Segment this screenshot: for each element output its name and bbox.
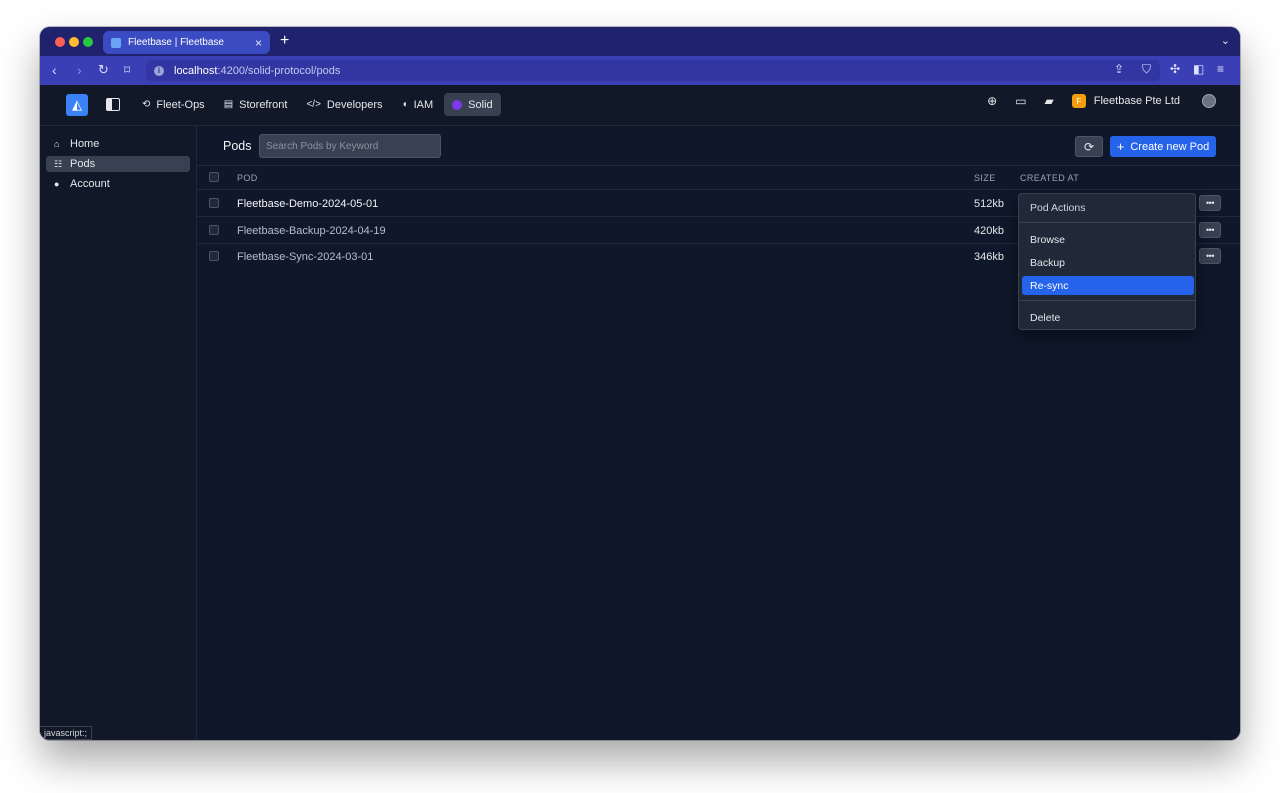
status-bar-link-hint: javascript:;	[40, 726, 93, 740]
reload-icon[interactable]: ↻	[98, 62, 109, 78]
url-host: localhost	[174, 64, 218, 77]
search-input[interactable]	[259, 134, 441, 158]
table-header: POD SIZE CREATED AT	[197, 166, 1240, 190]
forward-icon[interactable]: ›	[77, 62, 82, 78]
dropdown-divider	[1019, 222, 1195, 223]
column-header-pod[interactable]: POD	[237, 173, 258, 183]
url-path: :4200/solid-protocol/pods	[217, 64, 341, 77]
new-tab-icon[interactable]: +	[280, 32, 289, 50]
sidebar-item-pods[interactable]: ☷ Pods	[46, 156, 190, 172]
nav-label: Developers	[326, 98, 383, 111]
row-actions-button[interactable]: •••	[1199, 248, 1221, 264]
menu-item-backup[interactable]: Backup	[1022, 253, 1194, 272]
nav-fleet-ops[interactable]: ⟲ Fleet-Ops	[134, 93, 213, 116]
sidebar-item-label: Home	[70, 138, 100, 150]
folder-tree-icon: ☷	[54, 158, 63, 169]
menu-item-resync[interactable]: Re-sync	[1022, 276, 1194, 295]
nav-label: Solid	[468, 98, 493, 111]
dropdown-divider	[1019, 300, 1195, 301]
row-actions-button[interactable]: •••	[1199, 222, 1221, 238]
solid-icon	[452, 99, 463, 110]
tab-title: Fleetbase | Fleetbase	[128, 37, 224, 48]
extensions-icon[interactable]: ✣	[1170, 62, 1180, 76]
header-actions: ⊕ ▭ ▰ F Fleetbase Pte Ltd	[969, 94, 1216, 108]
ellipsis-icon: •••	[1206, 225, 1214, 235]
close-tab-icon[interactable]: ×	[255, 36, 262, 50]
plus-icon: +	[1116, 139, 1125, 154]
pod-name[interactable]: Fleetbase-Sync-2024-03-01	[237, 251, 373, 263]
site-info-icon[interactable]: i	[154, 65, 164, 76]
store-icon: ▤	[223, 99, 234, 110]
ellipsis-icon: •••	[1206, 251, 1214, 261]
user-avatar[interactable]	[1202, 94, 1216, 108]
globe-icon[interactable]: ⊕	[987, 94, 997, 108]
menu-icon[interactable]: ≡	[1217, 62, 1224, 76]
nav-storefront[interactable]: ▤ Storefront	[216, 93, 296, 116]
row-checkbox[interactable]	[209, 225, 219, 235]
brave-shield-icon[interactable]: ⛉	[1142, 62, 1151, 77]
nav-label: Fleet-Ops	[156, 98, 205, 111]
sidebar-panel-icon[interactable]: ◧	[1193, 62, 1204, 76]
pod-name[interactable]: Fleetbase-Backup-2024-04-19	[237, 225, 386, 237]
fleetbase-favicon-icon	[111, 37, 121, 48]
browser-window: Fleetbase | Fleetbase × + ⌄ ‹ › ↻ ⌑ i lo…	[40, 27, 1240, 740]
nav-iam[interactable]: ◖ IAM	[394, 93, 442, 116]
nav-solid[interactable]: Solid	[444, 93, 501, 116]
bookmark-icon[interactable]: ⌑	[124, 62, 130, 78]
pods-toolbar: Pods ⟳ + Create new Pod	[197, 126, 1240, 166]
refresh-icon: ⟳	[1083, 139, 1095, 154]
share-icon[interactable]: ⇪	[1114, 62, 1124, 76]
menu-item-delete[interactable]: Delete	[1022, 308, 1194, 327]
nav-label: IAM	[413, 98, 434, 111]
refresh-button[interactable]: ⟳	[1075, 136, 1103, 157]
user-icon: ●	[54, 179, 60, 189]
route-icon: ⟲	[142, 99, 151, 110]
close-window-button[interactable]	[55, 37, 65, 47]
maximize-window-button[interactable]	[83, 37, 93, 47]
pod-size: 512kb	[974, 198, 1004, 210]
code-icon: </>	[306, 99, 321, 110]
minimize-window-button[interactable]	[69, 37, 79, 47]
page-title: Pods	[223, 139, 252, 153]
sidebar-toggle-icon[interactable]	[106, 98, 120, 111]
home-icon: ⌂	[54, 139, 60, 149]
browser-tab[interactable]: Fleetbase | Fleetbase ×	[103, 31, 270, 54]
create-pod-label: Create new Pod	[1130, 140, 1210, 153]
sidebar-item-label: Pods	[70, 158, 96, 170]
pod-size: 346kb	[974, 251, 1004, 263]
shield-icon: ◖	[401, 99, 408, 110]
nav-developers[interactable]: </> Developers	[298, 93, 390, 116]
org-avatar[interactable]: F	[1071, 94, 1086, 108]
column-header-size[interactable]: SIZE	[974, 173, 996, 183]
row-checkbox[interactable]	[209, 251, 219, 261]
address-bar: ‹ › ↻ ⌑ i localhost :4200/solid-protocol…	[40, 56, 1240, 85]
select-all-checkbox[interactable]	[209, 172, 219, 182]
inbox-icon[interactable]: ▭	[1015, 94, 1026, 108]
row-checkbox[interactable]	[209, 198, 219, 208]
menu-item-browse[interactable]: Browse	[1022, 230, 1194, 249]
fleetbase-logo[interactable]: ◭	[66, 94, 88, 116]
pod-actions-dropdown: Pod Actions Browse Backup Re-sync Delete	[1018, 193, 1196, 330]
org-name[interactable]: Fleetbase Pte Ltd	[1094, 95, 1180, 107]
pod-size: 420kb	[974, 225, 1004, 237]
pod-name[interactable]: Fleetbase-Demo-2024-05-01	[237, 198, 378, 210]
sidebar-item-account[interactable]: ● Account	[46, 176, 190, 192]
ellipsis-icon: •••	[1206, 198, 1214, 208]
create-pod-button[interactable]: + Create new Pod	[1110, 136, 1216, 157]
nav-label: Storefront	[239, 98, 288, 111]
row-actions-button[interactable]: •••	[1199, 195, 1221, 211]
chat-icon[interactable]: ▰	[1045, 94, 1054, 108]
back-icon[interactable]: ‹	[52, 62, 57, 78]
tab-strip: Fleetbase | Fleetbase × + ⌄	[40, 27, 1240, 56]
url-field[interactable]: i localhost :4200/solid-protocol/pods	[146, 60, 1160, 81]
column-header-created-at[interactable]: CREATED AT	[1020, 173, 1079, 183]
sidebar-item-home[interactable]: ⌂ Home	[46, 136, 190, 152]
chevron-down-icon[interactable]: ⌄	[1221, 34, 1230, 47]
sidebar-item-label: Account	[70, 178, 110, 190]
top-navigation: ⟲ Fleet-Ops ▤ Storefront </> Developers …	[134, 93, 504, 116]
app-header: ◭ ⟲ Fleet-Ops ▤ Storefront </> Developer…	[40, 85, 1240, 126]
sidebar: ⌂ Home ☷ Pods ● Account javascript:;	[40, 126, 197, 740]
dropdown-header: Pod Actions	[1030, 202, 1086, 214]
